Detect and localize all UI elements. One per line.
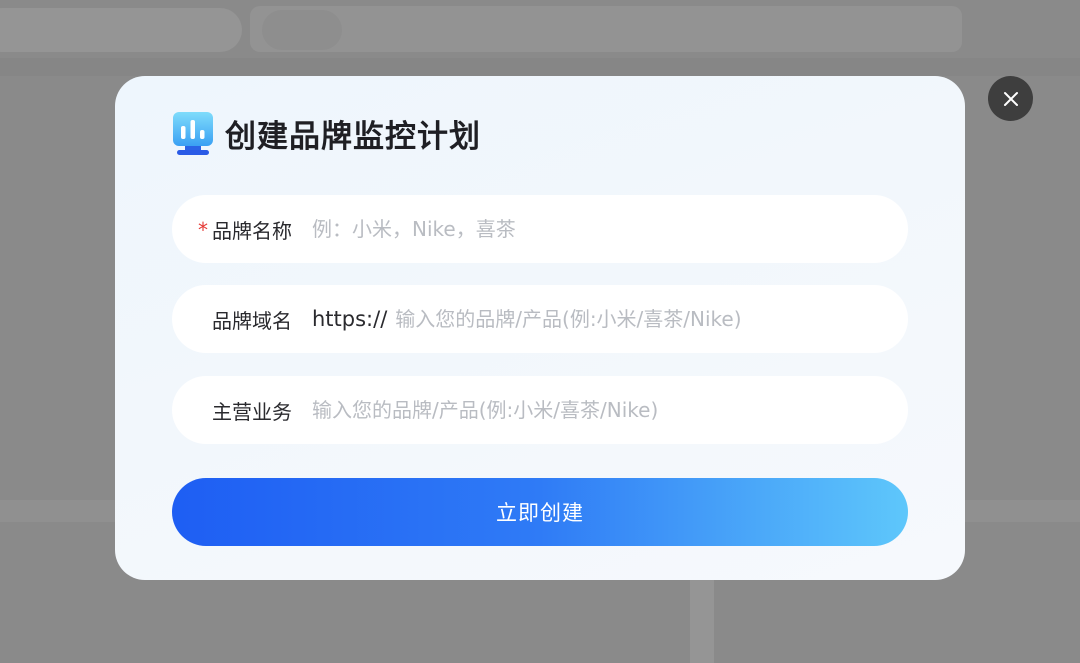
main-business-label-wrap: 主营业务 <box>172 396 312 425</box>
background-band <box>0 58 1080 76</box>
bar-chart-monitor-icon <box>173 112 213 155</box>
brand-domain-label: 品牌域名 <box>212 308 292 333</box>
background-pill <box>0 8 242 52</box>
background-header-bar <box>250 6 962 52</box>
dialog-header: 创建品牌监控计划 <box>171 108 481 158</box>
dialog-title: 创建品牌监控计划 <box>225 118 481 155</box>
brand-name-input[interactable] <box>312 209 884 249</box>
brand-domain-input[interactable] <box>395 299 884 339</box>
close-button[interactable] <box>988 76 1033 121</box>
brand-name-label-wrap: * 品牌名称 <box>172 215 312 244</box>
main-business-field: 主营业务 <box>172 376 908 444</box>
close-icon <box>1003 91 1018 106</box>
brand-domain-label-wrap: 品牌域名 <box>172 305 312 334</box>
create-now-button[interactable]: 立即创建 <box>172 478 908 546</box>
main-business-input[interactable] <box>312 390 884 430</box>
brand-name-field: * 品牌名称 <box>172 195 908 263</box>
main-business-label: 主营业务 <box>212 399 292 424</box>
brand-domain-field: 品牌域名 https:// <box>172 285 908 353</box>
required-indicator: * <box>198 218 208 242</box>
background-pill <box>262 10 342 50</box>
create-brand-monitor-dialog: 创建品牌监控计划 * 品牌名称 品牌域名 https:// 主营业务 立即创建 <box>115 76 965 580</box>
brand-name-label: 品牌名称 <box>212 218 292 243</box>
domain-prefix: https:// <box>312 307 388 331</box>
